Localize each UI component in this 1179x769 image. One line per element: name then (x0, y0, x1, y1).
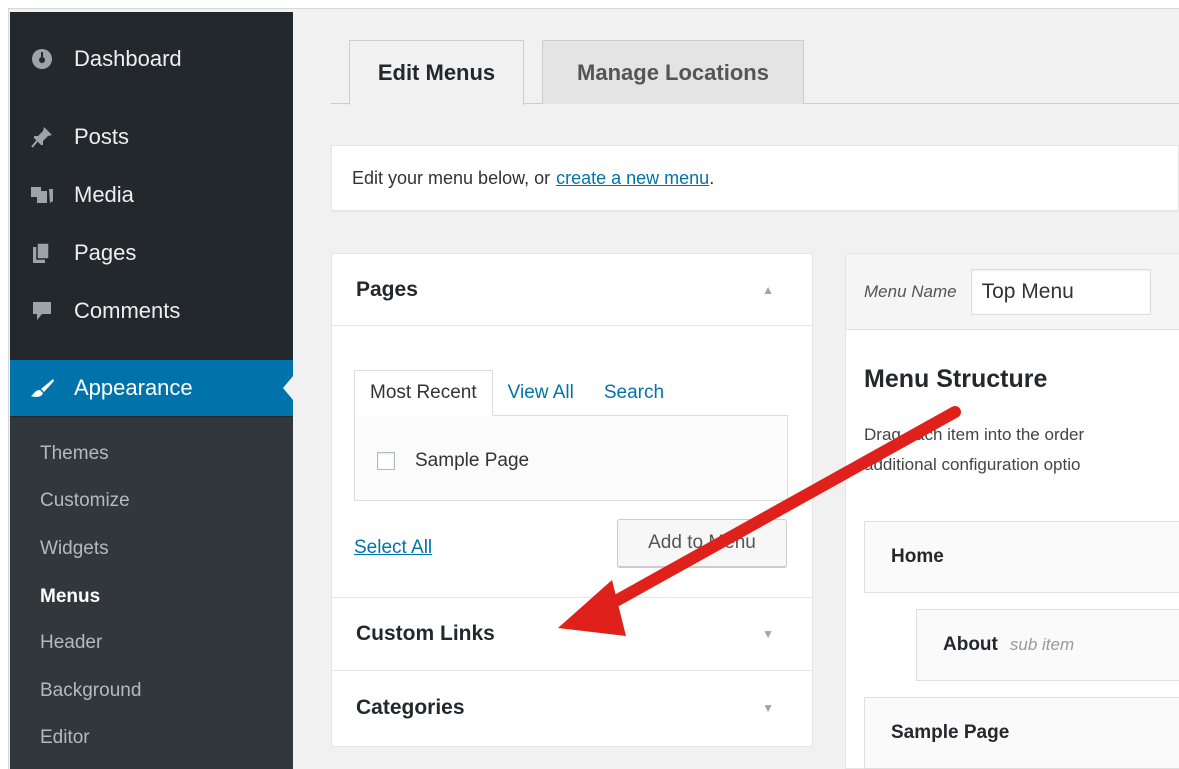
menu-item-home[interactable]: Home (864, 521, 1179, 593)
description-line: additional configuration optio (864, 455, 1081, 474)
pages-section-header[interactable]: Pages ▲ (332, 254, 812, 326)
sidebar-item-comments[interactable]: Comments (10, 286, 293, 336)
menu-name-label: Menu Name (864, 281, 957, 301)
submenu-item-background[interactable]: Background (40, 680, 141, 702)
pages-checklist: Sample Page (354, 415, 788, 501)
comment-icon (10, 299, 74, 323)
custom-links-section-header[interactable]: Custom Links ▼ (332, 597, 812, 671)
notice-text: Edit your menu below, or (352, 167, 551, 188)
menu-item-type: sub item (1009, 635, 1075, 654)
sidebar-item-posts[interactable]: Posts (10, 112, 293, 162)
submenu-item-header[interactable]: Header (40, 632, 102, 654)
tab-search[interactable]: Search (589, 370, 679, 416)
menu-item-label: Home (891, 546, 944, 567)
sidebar-item-media[interactable]: Media (10, 170, 293, 220)
menu-item-about[interactable]: About sub item (916, 609, 1179, 681)
sidebar-item-label: Posts (74, 124, 130, 149)
main-content: Edit Menus Manage Locations Edit your me… (293, 12, 1179, 769)
tab-most-recent[interactable]: Most Recent (354, 370, 493, 416)
categories-title: Categories (356, 696, 465, 719)
pages-section-title: Pages (356, 277, 418, 301)
expand-arrow-icon: ▼ (762, 627, 774, 641)
sidebar-item-label: Dashboard (74, 46, 182, 71)
create-menu-link[interactable]: create a new menu (556, 168, 709, 189)
add-to-menu-button[interactable]: Add to Menu (617, 519, 787, 567)
list-item[interactable]: Sample Page (377, 450, 529, 472)
appearance-submenu: Themes Customize Widgets Menus Header Ba… (10, 417, 293, 769)
info-notice: Edit your menu below, or create a new me… (331, 145, 1179, 211)
submenu-item-themes[interactable]: Themes (40, 443, 109, 465)
menu-structure-title: Menu Structure (864, 365, 1048, 393)
menu-item-sample-page[interactable]: Sample Page (864, 697, 1179, 769)
tab-view-all[interactable]: View All (493, 370, 589, 416)
pages-icon (10, 241, 74, 265)
add-items-panel: Pages ▲ Most Recent View All Search Samp… (331, 253, 813, 747)
sidebar-item-pages[interactable]: Pages (10, 228, 293, 278)
sample-page-checkbox[interactable] (377, 452, 395, 470)
categories-section-header[interactable]: Categories ▼ (332, 671, 812, 745)
pin-icon (10, 125, 74, 149)
menu-name-input[interactable]: Top Menu (970, 268, 1151, 315)
notice-period: . (709, 167, 715, 188)
tab-edit-menus[interactable]: Edit Menus (349, 40, 524, 105)
admin-sidebar: Dashboard Posts Media Pages Comments App… (10, 12, 293, 769)
tab-manage-locations[interactable]: Manage Locations (542, 40, 804, 104)
description-line: Drag each item into the order (864, 425, 1085, 444)
expand-arrow-icon: ▼ (762, 701, 774, 715)
sidebar-item-appearance[interactable]: Appearance (10, 360, 293, 416)
pages-tabs: Most Recent View All Search (354, 370, 679, 416)
menu-item-label: About (943, 634, 998, 655)
media-icon (10, 183, 74, 207)
submenu-item-menus[interactable]: Menus (40, 586, 100, 608)
custom-links-title: Custom Links (356, 622, 495, 645)
menu-structure-description: Drag each item into the order additional… (864, 420, 1179, 480)
select-all-link[interactable]: Select All (354, 537, 432, 559)
sidebar-item-label: Comments (74, 298, 181, 323)
submenu-item-widgets[interactable]: Widgets (40, 538, 109, 560)
submenu-item-customize[interactable]: Customize (40, 490, 130, 512)
sidebar-item-label: Media (74, 182, 134, 207)
menu-editor-panel: Menu Name Top Menu Menu Structure Drag e… (845, 253, 1179, 769)
collapse-arrow-icon: ▲ (762, 282, 774, 297)
checkbox-label: Sample Page (415, 450, 530, 471)
sidebar-item-label: Pages (74, 240, 137, 265)
menu-name-bar: Menu Name Top Menu (846, 254, 1179, 330)
sidebar-item-label: Appearance (74, 375, 193, 400)
dashboard-icon (10, 47, 74, 71)
submenu-item-editor[interactable]: Editor (40, 727, 90, 749)
sidebar-item-dashboard[interactable]: Dashboard (10, 34, 293, 84)
brush-icon (10, 376, 74, 400)
menu-item-label: Sample Page (891, 722, 1010, 743)
